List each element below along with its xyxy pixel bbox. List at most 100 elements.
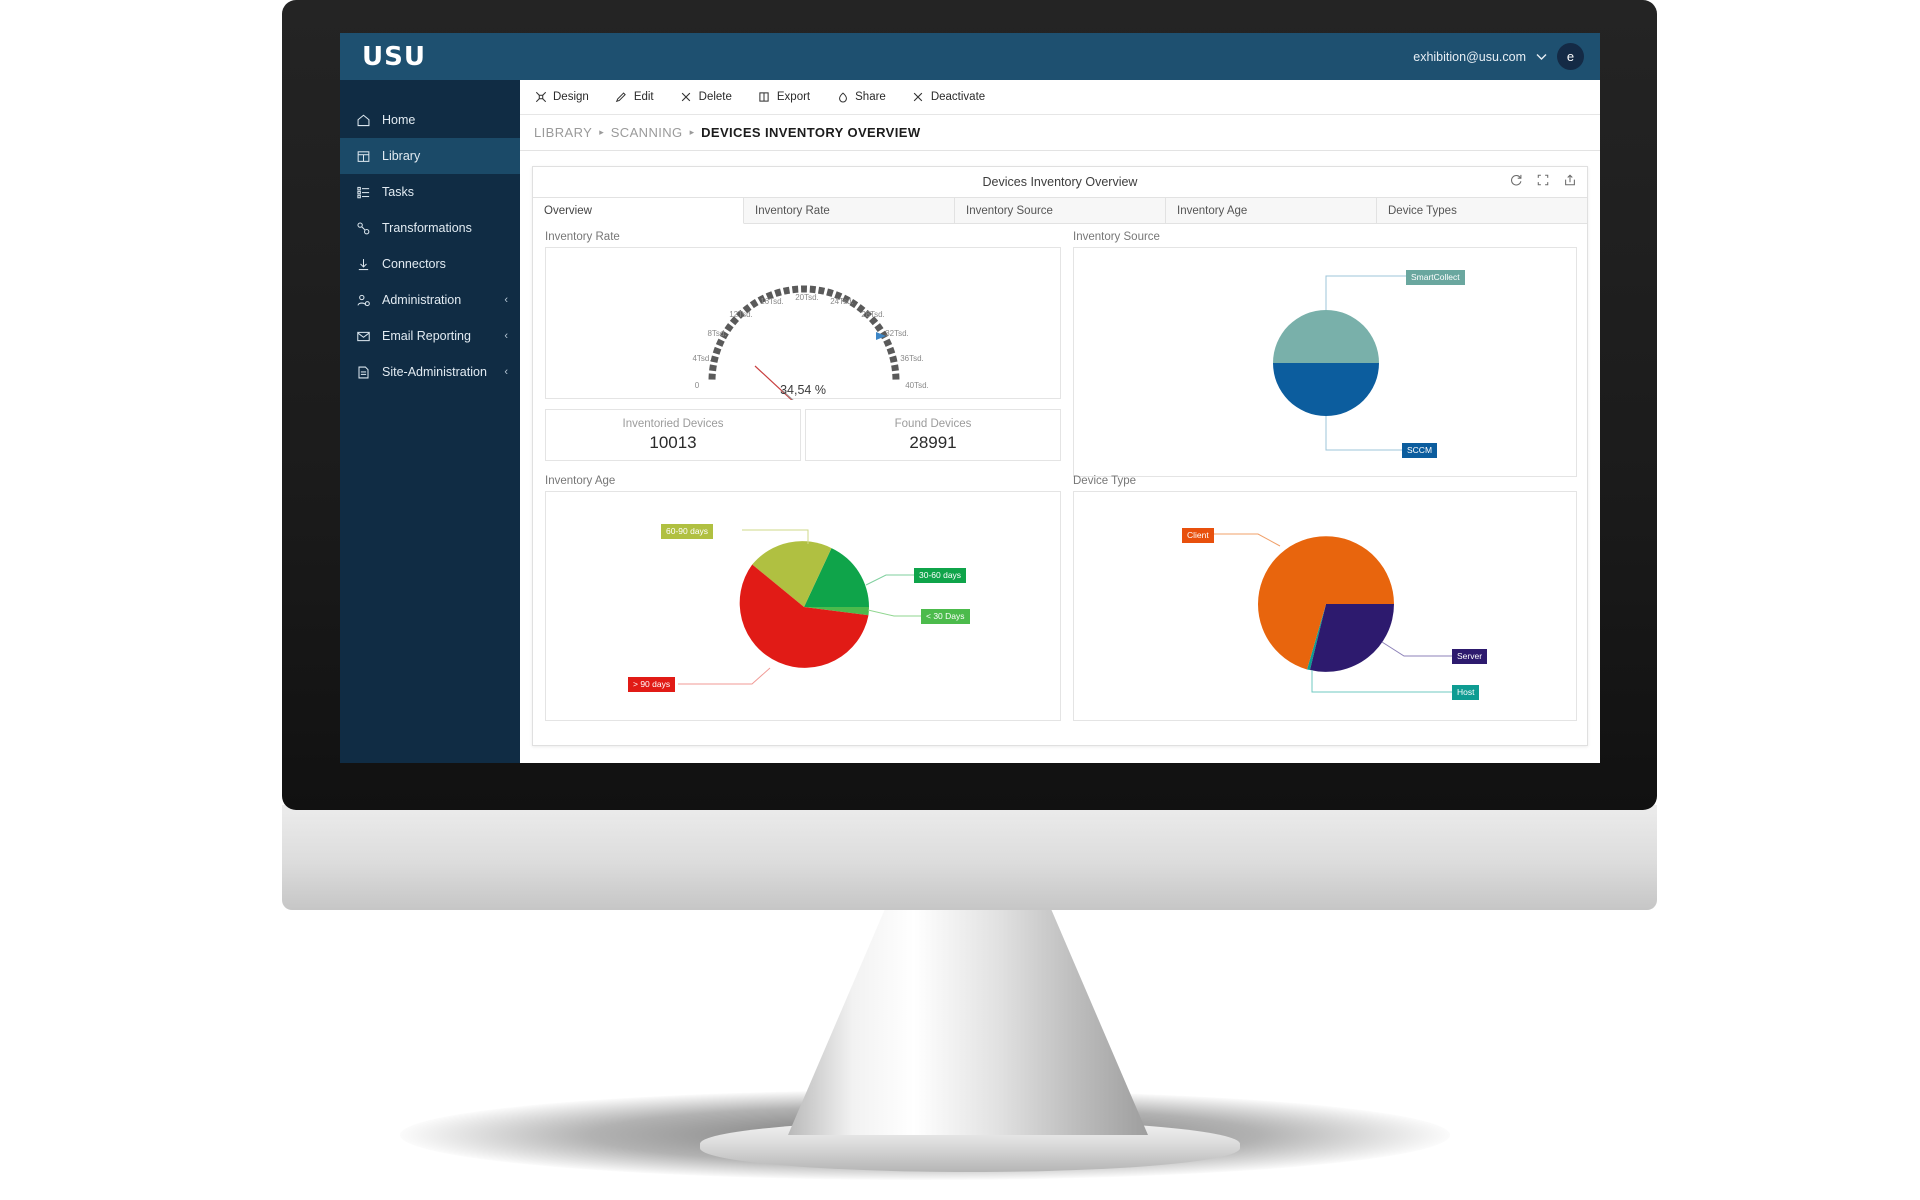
chevron-left-icon[interactable]: ‹	[504, 294, 508, 306]
dashboard-tabs: Overview Inventory Rate Inventory Source…	[533, 197, 1587, 224]
svg-text:24Tsd.: 24Tsd.	[830, 297, 854, 306]
chevron-left-icon[interactable]: ‹	[504, 366, 508, 378]
legend-label-server: Server	[1452, 649, 1488, 664]
chevron-left-icon[interactable]: ‹	[504, 330, 508, 342]
sidebar-item-label: Transformations	[382, 221, 472, 235]
sidebar-item-home[interactable]: Home	[340, 102, 520, 138]
scene: USU exhibition@usu.com e Home Library Ta…	[0, 0, 1920, 1200]
close-icon	[680, 91, 693, 104]
svg-text:20Tsd.: 20Tsd.	[795, 293, 819, 302]
chevron-down-icon[interactable]	[1536, 51, 1547, 63]
dashboard-panel: Devices Inventory Overview Overview Inve…	[532, 166, 1588, 746]
upload-icon[interactable]	[1563, 173, 1577, 187]
sidebar-item-library[interactable]: Library	[340, 138, 520, 174]
source-pie-svg	[1273, 275, 1406, 451]
toolbar-label: Share	[855, 91, 886, 103]
export-icon	[758, 91, 771, 104]
usu-logo[interactable]: USU	[340, 42, 426, 72]
svg-text:12Tsd.: 12Tsd.	[729, 310, 753, 319]
breadcrumb-separator-icon: ▸	[689, 127, 695, 137]
widget-device-type: Device Type Client Server Host	[1073, 475, 1577, 721]
refresh-icon[interactable]	[1509, 173, 1523, 187]
fullscreen-icon[interactable]	[1536, 173, 1550, 187]
svg-text:8Tsd.: 8Tsd.	[707, 329, 726, 338]
tab-label: Overview	[544, 204, 592, 217]
sidebar-item-transformations[interactable]: Transformations	[340, 210, 520, 246]
widget-title: Inventory Source	[1073, 231, 1160, 243]
device-type-chart[interactable]: Client Server Host	[1073, 491, 1577, 721]
hamburger-icon[interactable]	[340, 80, 520, 102]
transformations-icon	[356, 221, 371, 236]
tasks-icon	[356, 185, 371, 200]
edit-button[interactable]: Edit	[615, 91, 654, 104]
inventory-age-chart[interactable]: 60-90 days 30-60 days < 30 Days > 90 day…	[545, 491, 1061, 721]
export-button[interactable]: Export	[758, 91, 810, 104]
widget-inventory-rate: Inventory Rate 0 4Tsd. 8Tsd. 12Tsd. 16Ts…	[545, 231, 1061, 430]
legend-label-60-90-days: 60-90 days	[661, 524, 714, 539]
delete-button[interactable]: Delete	[680, 91, 732, 104]
sidebar-item-label: Site-Administration	[382, 365, 487, 379]
svg-text:40Tsd.: 40Tsd.	[905, 381, 929, 390]
tab-inventory-rate[interactable]: Inventory Rate	[744, 198, 955, 224]
application-screen: USU exhibition@usu.com e Home Library Ta…	[340, 33, 1600, 763]
legend-label-sccm: SCCM	[1402, 443, 1438, 458]
design-button[interactable]: Design	[534, 91, 589, 104]
sidebar-item-site-administration[interactable]: Site-Administration ‹	[340, 354, 520, 390]
tab-inventory-age[interactable]: Inventory Age	[1166, 198, 1377, 224]
kpi-label: Inventoried Devices	[622, 417, 724, 430]
svg-text:28Tsd.: 28Tsd.	[861, 310, 885, 319]
tab-device-types[interactable]: Device Types	[1377, 198, 1587, 224]
library-icon	[356, 149, 371, 164]
toolbar-label: Export	[776, 91, 811, 103]
svg-text:32Tsd.: 32Tsd.	[885, 329, 909, 338]
page-title: Devices Inventory Overview	[982, 175, 1138, 189]
panel-actions	[1509, 173, 1577, 187]
svg-text:36Tsd.: 36Tsd.	[900, 354, 924, 363]
toolbar-label: Deactivate	[930, 91, 986, 103]
avatar[interactable]: e	[1557, 43, 1584, 70]
toolbar-label: Edit	[633, 91, 654, 103]
inventory-source-chart[interactable]: SmartCollect SCCM	[1073, 247, 1577, 477]
app-header: USU exhibition@usu.com e	[340, 33, 1600, 80]
kpi-found-devices: Found Devices 28991	[805, 409, 1061, 461]
tab-label: Inventory Source	[966, 204, 1053, 217]
kpi-value: 28991	[909, 432, 957, 452]
monitor-stand	[788, 900, 1148, 1135]
sidebar-item-label: Email Reporting	[382, 329, 471, 343]
breadcrumb-separator-icon: ▸	[599, 127, 604, 137]
tab-label: Device Types	[1388, 204, 1457, 217]
sidebar-item-email-reporting[interactable]: Email Reporting ‹	[340, 318, 520, 354]
sidebar-item-label: Connectors	[382, 257, 446, 271]
tab-inventory-source[interactable]: Inventory Source	[955, 198, 1166, 224]
sidebar-item-tasks[interactable]: Tasks	[340, 174, 520, 210]
site-administration-icon	[356, 365, 371, 380]
close-icon	[912, 91, 925, 104]
sidebar: Home Library Tasks Transformations Conne…	[340, 80, 520, 763]
legend-label-host: Host	[1452, 685, 1480, 700]
panel-header: Devices Inventory Overview	[533, 167, 1587, 197]
breadcrumb-item-library[interactable]: LIBRARY	[534, 125, 592, 140]
legend-label-client: Client	[1182, 528, 1214, 543]
breadcrumb: LIBRARY ▸ SCANNING ▸ DEVICES INVENTORY O…	[520, 115, 1600, 151]
age-pie-svg	[678, 529, 921, 685]
widget-title: Device Type	[1073, 475, 1137, 487]
action-toolbar: Design Edit Delete Export Share Deactiva…	[520, 80, 1600, 115]
breadcrumb-item-scanning[interactable]: SCANNING	[611, 125, 683, 140]
header-user-area[interactable]: exhibition@usu.com e	[1413, 43, 1600, 70]
sidebar-item-label: Tasks	[382, 185, 414, 199]
pencil-icon	[615, 91, 628, 104]
tab-label: Inventory Age	[1177, 204, 1248, 217]
administration-icon	[356, 293, 371, 308]
gauge-chart[interactable]: 0 4Tsd. 8Tsd. 12Tsd. 16Tsd. 20Tsd. 24Tsd…	[545, 247, 1061, 430]
share-button[interactable]: Share	[836, 91, 886, 104]
widget-title: Inventory Age	[545, 475, 616, 487]
sidebar-item-administration[interactable]: Administration ‹	[340, 282, 520, 318]
share-icon	[836, 91, 849, 104]
tab-overview[interactable]: Overview	[533, 198, 744, 224]
device-pie-svg	[1210, 533, 1452, 693]
sidebar-item-label: Library	[382, 149, 421, 163]
widget-inventory-source: Inventory Source SmartCollect SCCM	[1073, 231, 1577, 477]
sidebar-item-connectors[interactable]: Connectors	[340, 246, 520, 282]
gauge-svg: 0 4Tsd. 8Tsd. 12Tsd. 16Tsd. 20Tsd. 24Tsd…	[692, 285, 929, 430]
deactivate-button[interactable]: Deactivate	[912, 91, 985, 104]
